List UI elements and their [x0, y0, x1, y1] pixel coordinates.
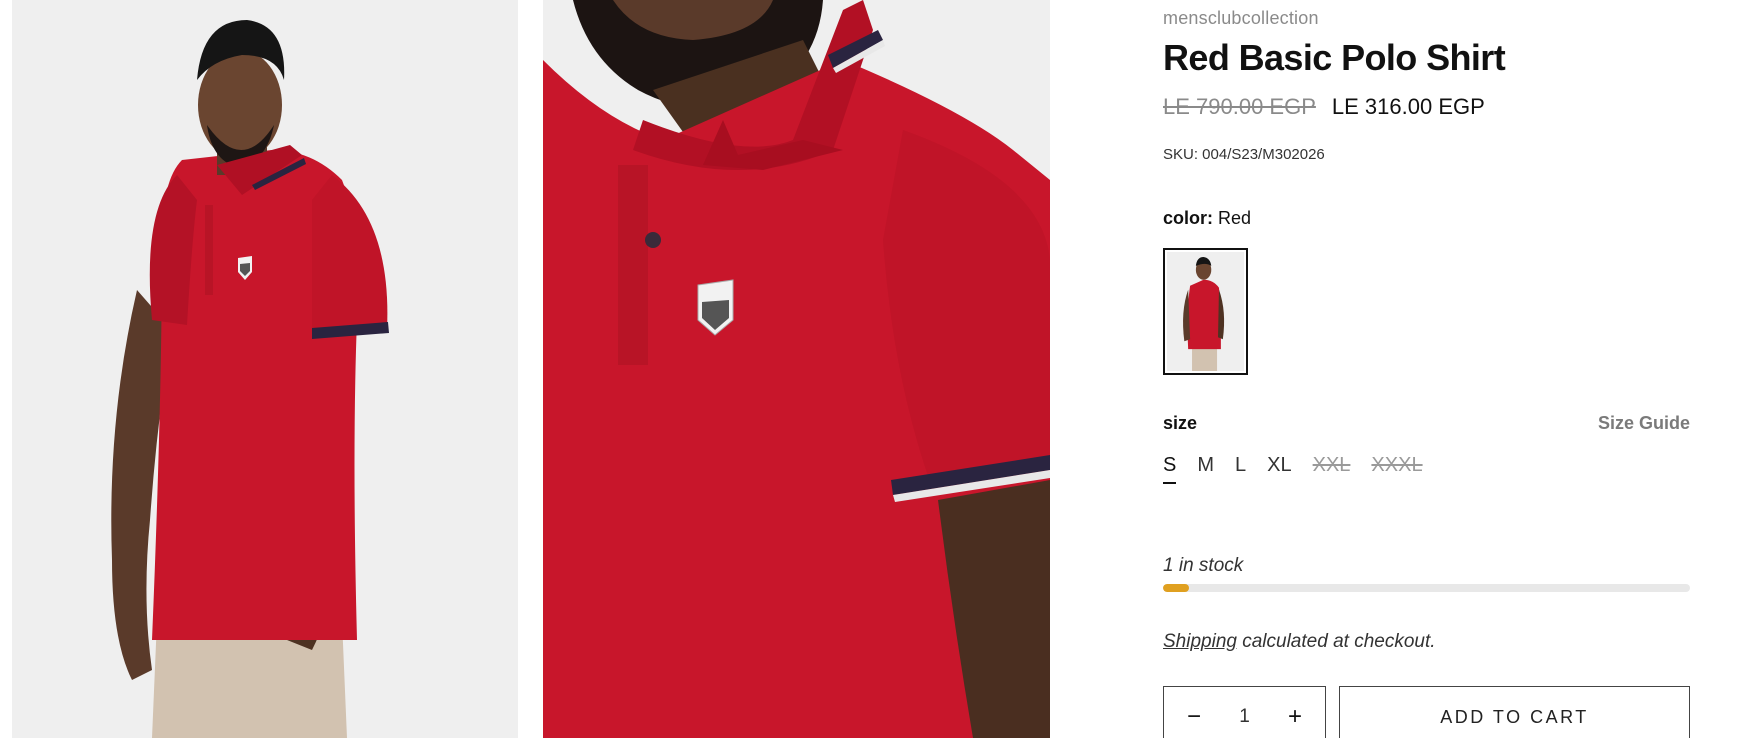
stock-progress-bar [1163, 584, 1690, 592]
product-photo-model [12, 0, 518, 738]
quantity-value[interactable]: 1 [1239, 706, 1250, 728]
size-option-xxl[interactable]: XXL [1313, 454, 1351, 484]
color-option-label: color: Red [1163, 208, 1251, 229]
product-image-closeup[interactable] [543, 0, 1050, 738]
add-to-cart-button[interactable]: ADD TO CART [1339, 686, 1690, 738]
shipping-text: calculated at checkout. [1236, 631, 1436, 652]
color-swatch-red[interactable] [1163, 248, 1248, 375]
decrement-button[interactable]: − [1184, 705, 1204, 729]
size-guide-link[interactable]: Size Guide [1598, 413, 1690, 434]
size-options: S M L XL XXL XXXL [1163, 454, 1423, 484]
increment-button[interactable]: + [1285, 705, 1305, 729]
shipping-note: Shipping calculated at checkout. [1163, 631, 1436, 653]
quantity-stepper: − 1 + [1163, 686, 1326, 738]
sale-price: LE 316.00 EGP [1331, 94, 1485, 119]
sku-text: SKU: 004/S23/M302026 [1163, 146, 1325, 163]
color-label: color: [1163, 208, 1214, 228]
price-row: LE 790.00 EGP LE 316.00 EGP [1163, 94, 1485, 120]
product-photo-closeup [543, 0, 1050, 738]
product-title: Red Basic Polo Shirt [1163, 37, 1506, 78]
product-image-main[interactable] [12, 0, 518, 738]
size-option-s[interactable]: S [1163, 454, 1177, 484]
size-option-xxxl[interactable]: XXXL [1371, 454, 1422, 484]
vendor-name[interactable]: mensclubcollection [1163, 8, 1319, 29]
stock-progress-fill [1163, 584, 1190, 592]
size-option-l[interactable]: L [1235, 454, 1246, 484]
size-option-m[interactable]: M [1197, 454, 1214, 484]
shipping-link[interactable]: Shipping [1163, 631, 1237, 652]
stock-text: 1 in stock [1163, 555, 1244, 576]
color-value: Red [1218, 208, 1252, 228]
swatch-thumbnail [1167, 252, 1244, 371]
size-label: size [1163, 413, 1198, 433]
compare-price: LE 790.00 EGP [1163, 94, 1316, 119]
size-option-xl[interactable]: XL [1267, 454, 1291, 484]
